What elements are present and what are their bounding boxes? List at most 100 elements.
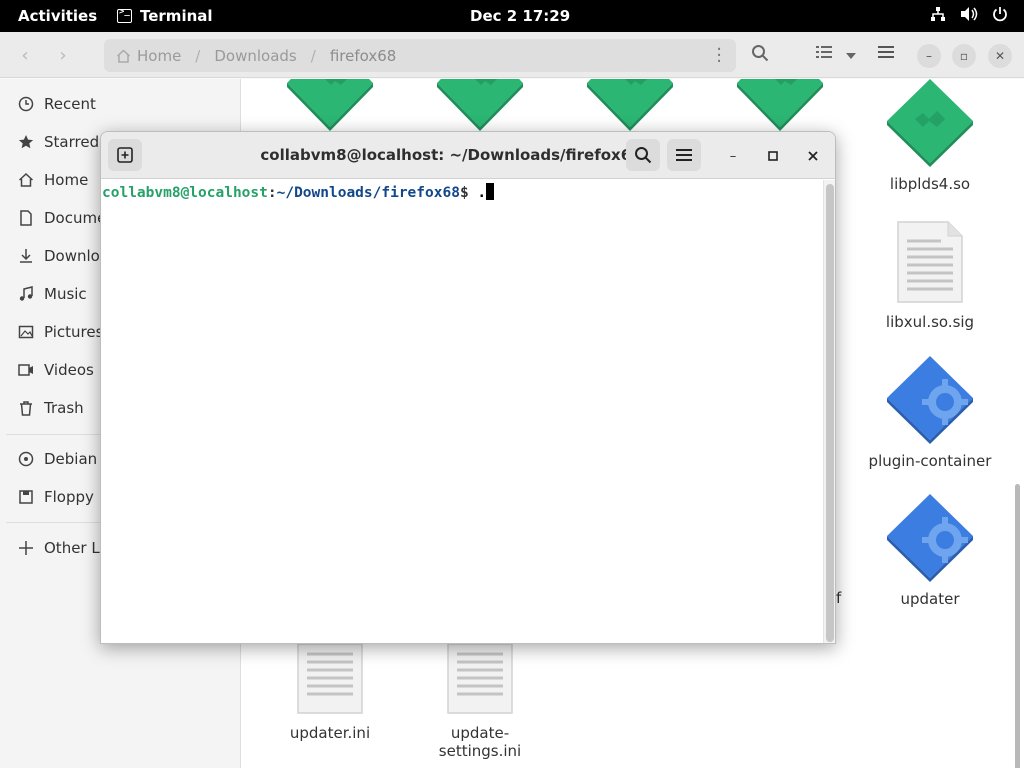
path-downloads[interactable]: Downloads xyxy=(214,47,296,65)
path-separator: / xyxy=(310,46,316,65)
terminal-body[interactable]: collabvm8@localhost:~/Downloads/firefox6… xyxy=(101,180,835,643)
prompt-user: collabvm8@localhost xyxy=(102,185,268,201)
file-item[interactable] xyxy=(410,79,550,139)
forward-button[interactable]: › xyxy=(50,42,76,68)
file-item-updater-ini[interactable]: updater.ini xyxy=(260,644,400,768)
file-item[interactable] xyxy=(260,79,400,139)
library-file-icon xyxy=(287,79,373,131)
prompt-dollar: $ xyxy=(459,185,478,201)
library-file-icon xyxy=(737,79,823,131)
sidebar-item-label: Pictures xyxy=(44,323,104,341)
app-menu[interactable]: Terminal xyxy=(117,7,213,25)
list-view-icon[interactable] xyxy=(816,44,832,64)
prompt-path: ~/Downloads/firefox68 xyxy=(276,185,460,201)
terminal-headerbar: collabvm8@localhost: ~/Downloads/firefox… xyxy=(101,132,835,179)
sidebar-item-label: Starred xyxy=(44,133,100,151)
executable-gear-icon xyxy=(887,356,973,444)
terminal-menu-button[interactable] xyxy=(667,139,701,171)
file-item[interactable] xyxy=(560,79,700,139)
back-button[interactable]: ‹ xyxy=(12,42,38,68)
volume-icon[interactable] xyxy=(960,6,978,22)
executable-gear-icon xyxy=(887,494,973,582)
search-icon xyxy=(635,147,652,164)
sidebar-item-label: Trash xyxy=(44,399,84,417)
path-bar[interactable]: Home / Downloads / firefox68 · · · xyxy=(104,39,736,72)
file-label: plugin-container xyxy=(868,452,992,470)
minimize-icon: – xyxy=(729,148,737,164)
close-button[interactable]: ✕ xyxy=(988,44,1012,68)
hamburger-menu-icon[interactable] xyxy=(878,44,894,63)
files-headerbar: ‹ › Home / Downloads / firefox68 · · · – ▫… xyxy=(0,32,1024,78)
sidebar-item-recent[interactable]: Recent xyxy=(0,85,240,123)
file-item-update-settings-ini[interactable]: update-settings.ini xyxy=(410,644,550,768)
terminal-maximize-button[interactable] xyxy=(761,144,785,168)
maximize-icon: ▫ xyxy=(959,49,969,63)
close-icon: ✕ xyxy=(994,49,1006,63)
sidebar-item-label: Recent xyxy=(44,95,96,113)
hamburger-menu-icon xyxy=(676,149,692,161)
file-item-updater[interactable]: updater xyxy=(860,492,1000,642)
activities-button[interactable]: Activities xyxy=(18,7,97,25)
clock-icon xyxy=(0,96,44,112)
partial-file-label: f xyxy=(836,589,842,607)
terminal-search-button[interactable] xyxy=(626,139,660,171)
terminal-close-button[interactable] xyxy=(801,144,825,168)
maximize-icon xyxy=(768,151,778,161)
file-item-plugin-container[interactable]: plugin-container xyxy=(860,354,1000,504)
file-label: libxul.so.sig xyxy=(885,313,975,331)
chevron-left-icon: ‹ xyxy=(21,44,29,66)
home-icon xyxy=(116,48,131,63)
file-item-libxul-sig[interactable]: libxul.so.sig xyxy=(860,219,1000,369)
terminal-scrollbar-thumb[interactable] xyxy=(826,184,834,642)
sidebar-item-label: Home xyxy=(44,171,89,189)
file-label: libplds4.so xyxy=(889,175,971,193)
file-label: update-settings.ini xyxy=(438,724,522,760)
terminal-window: collabvm8@localhost: ~/Downloads/firefox… xyxy=(100,131,836,644)
search-icon[interactable] xyxy=(751,44,769,66)
sidebar-item-label: Other Lo xyxy=(44,539,109,557)
disc-icon xyxy=(0,451,44,467)
app-name: Terminal xyxy=(140,7,213,25)
document-icon xyxy=(0,210,44,226)
terminal-input[interactable]: . xyxy=(477,185,486,201)
trash-icon xyxy=(0,400,44,416)
sidebar-item-label: Videos xyxy=(44,361,94,379)
system-tray[interactable] xyxy=(930,6,1008,22)
clock[interactable]: Dec 2 17:29 xyxy=(470,7,570,25)
chevron-right-icon: › xyxy=(59,44,67,66)
download-icon xyxy=(0,248,44,264)
file-label: updater xyxy=(900,590,960,608)
floppy-icon xyxy=(0,489,44,505)
text-file-icon xyxy=(447,644,513,714)
picture-icon xyxy=(0,324,44,340)
file-item-libplds4[interactable]: libplds4.so xyxy=(860,79,1000,229)
minimize-icon: – xyxy=(926,49,932,63)
video-icon xyxy=(0,362,44,378)
terminal-minimize-button[interactable]: – xyxy=(721,144,745,168)
music-icon xyxy=(0,286,44,302)
view-options-dropdown-icon[interactable] xyxy=(845,46,857,65)
text-file-icon xyxy=(897,221,963,303)
star-icon xyxy=(0,134,44,150)
file-grid-scrollbar[interactable] xyxy=(1015,484,1020,768)
close-icon xyxy=(808,151,818,161)
library-file-icon xyxy=(887,79,973,167)
text-file-icon xyxy=(297,644,363,714)
maximize-button[interactable]: ▫ xyxy=(952,44,976,68)
file-item[interactable] xyxy=(710,79,850,139)
library-file-icon xyxy=(587,79,673,131)
file-label: updater.ini xyxy=(289,724,371,742)
sidebar-item-label: Music xyxy=(44,285,87,303)
power-icon[interactable] xyxy=(992,6,1008,22)
path-home[interactable]: Home xyxy=(116,47,181,65)
top-bar: Activities Terminal Dec 2 17:29 xyxy=(0,0,1024,32)
plus-icon xyxy=(0,540,44,556)
terminal-icon xyxy=(117,7,132,23)
home-icon xyxy=(0,172,44,188)
terminal-prompt-line: collabvm8@localhost:~/Downloads/firefox6… xyxy=(102,183,495,201)
network-icon[interactable] xyxy=(930,6,946,22)
path-current[interactable]: firefox68 xyxy=(330,47,396,65)
path-home-label: Home xyxy=(137,46,182,65)
path-menu-icon[interactable]: · · · xyxy=(716,41,722,71)
minimize-button[interactable]: – xyxy=(917,44,941,68)
